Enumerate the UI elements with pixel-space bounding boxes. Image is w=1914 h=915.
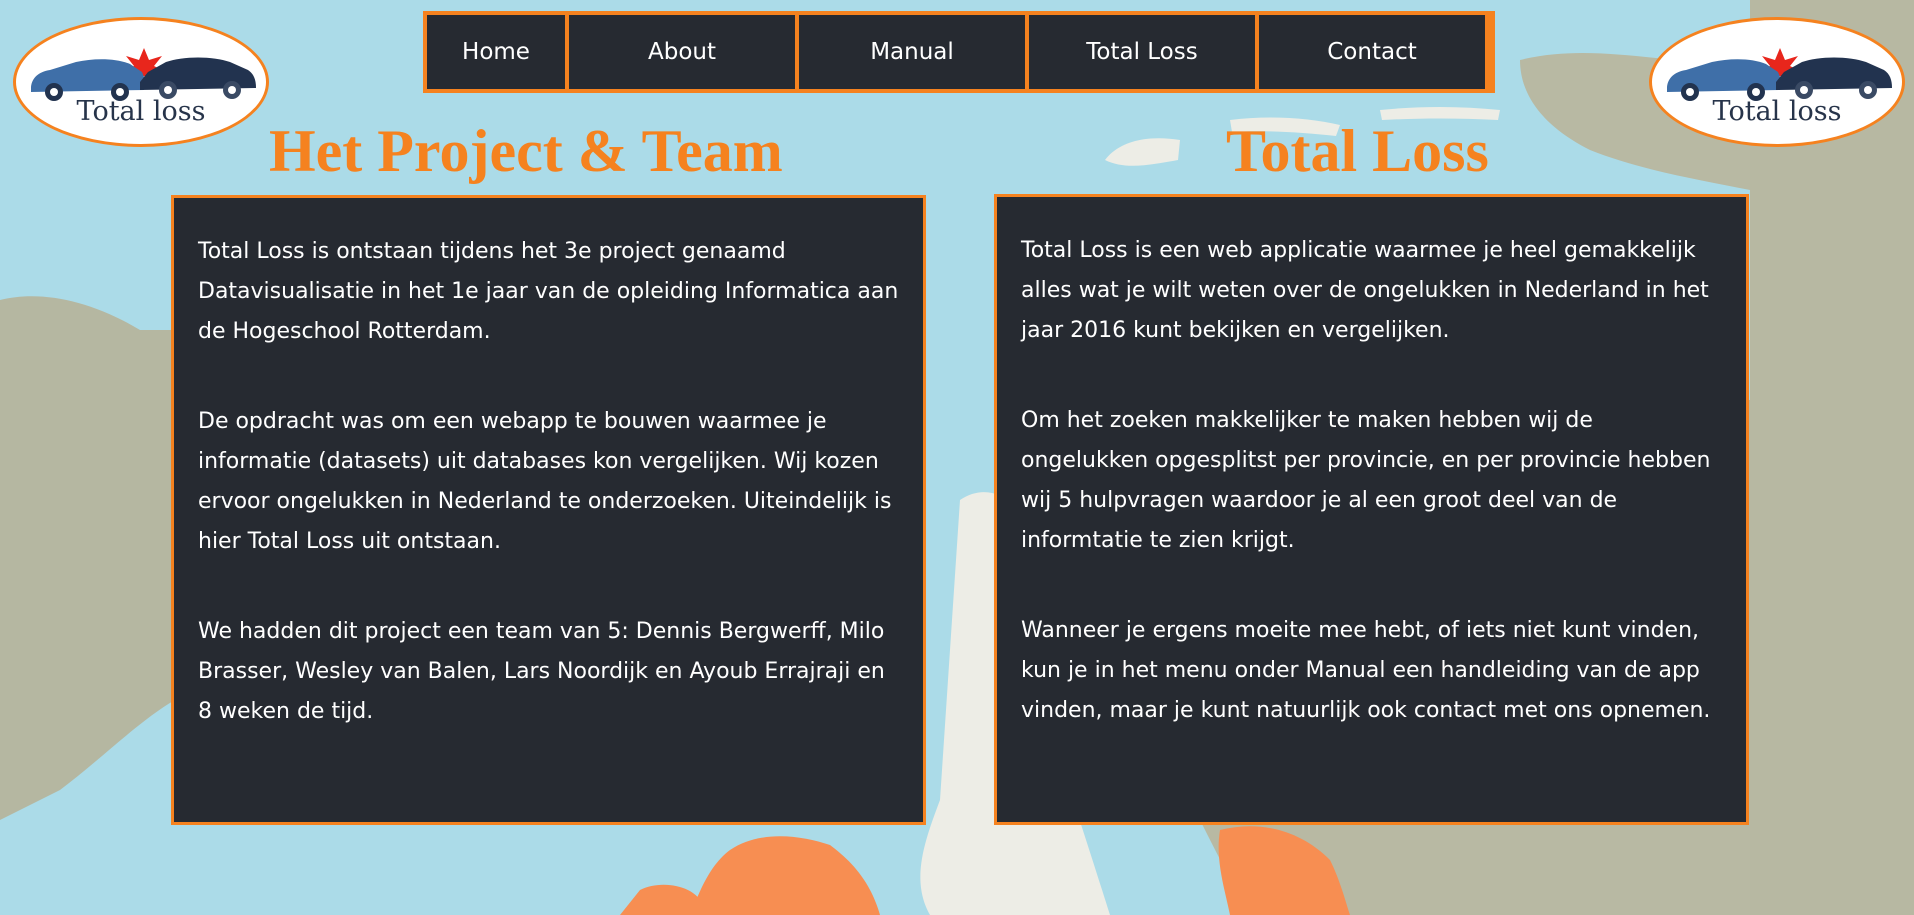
project-team-panel: Total Loss is ontstaan tijdens het 3e pr… [171,195,926,825]
main-nav: Home About Manual Total Loss Contact [423,11,1495,93]
total-loss-paragraph: Wanneer je ergens moeite mee hebt, of ie… [1021,618,1711,723]
nav-about[interactable]: About [569,15,795,89]
total-loss-paragraph: Om het zoeken makkelijker te maken hebbe… [1021,408,1711,553]
nav-manual[interactable]: Manual [799,15,1025,89]
logo-left[interactable]: Total loss [13,17,269,147]
crashed-cars-icon [31,48,256,101]
project-paragraph: We hadden dit project een team van 5: De… [198,619,885,724]
nav-home[interactable]: Home [427,15,565,89]
project-team-title: Het Project & Team [269,118,783,184]
project-paragraph: Total Loss is ontstaan tijdens het 3e pr… [198,239,899,344]
nav-total-loss[interactable]: Total Loss [1029,15,1255,89]
total-loss-panel: Total Loss is een web applicatie waarmee… [994,194,1749,825]
logo-text: Total loss [1712,96,1842,127]
total-loss-title: Total Loss [1226,118,1489,184]
total-loss-paragraph: Total Loss is een web applicatie waarmee… [1021,238,1709,343]
project-paragraph: De opdracht was om een webapp te bouwen … [198,409,892,554]
nav-contact[interactable]: Contact [1259,15,1485,89]
crashed-cars-icon [1667,48,1892,101]
logo-text: Total loss [76,96,206,127]
logo-right[interactable]: Total loss [1649,17,1905,147]
